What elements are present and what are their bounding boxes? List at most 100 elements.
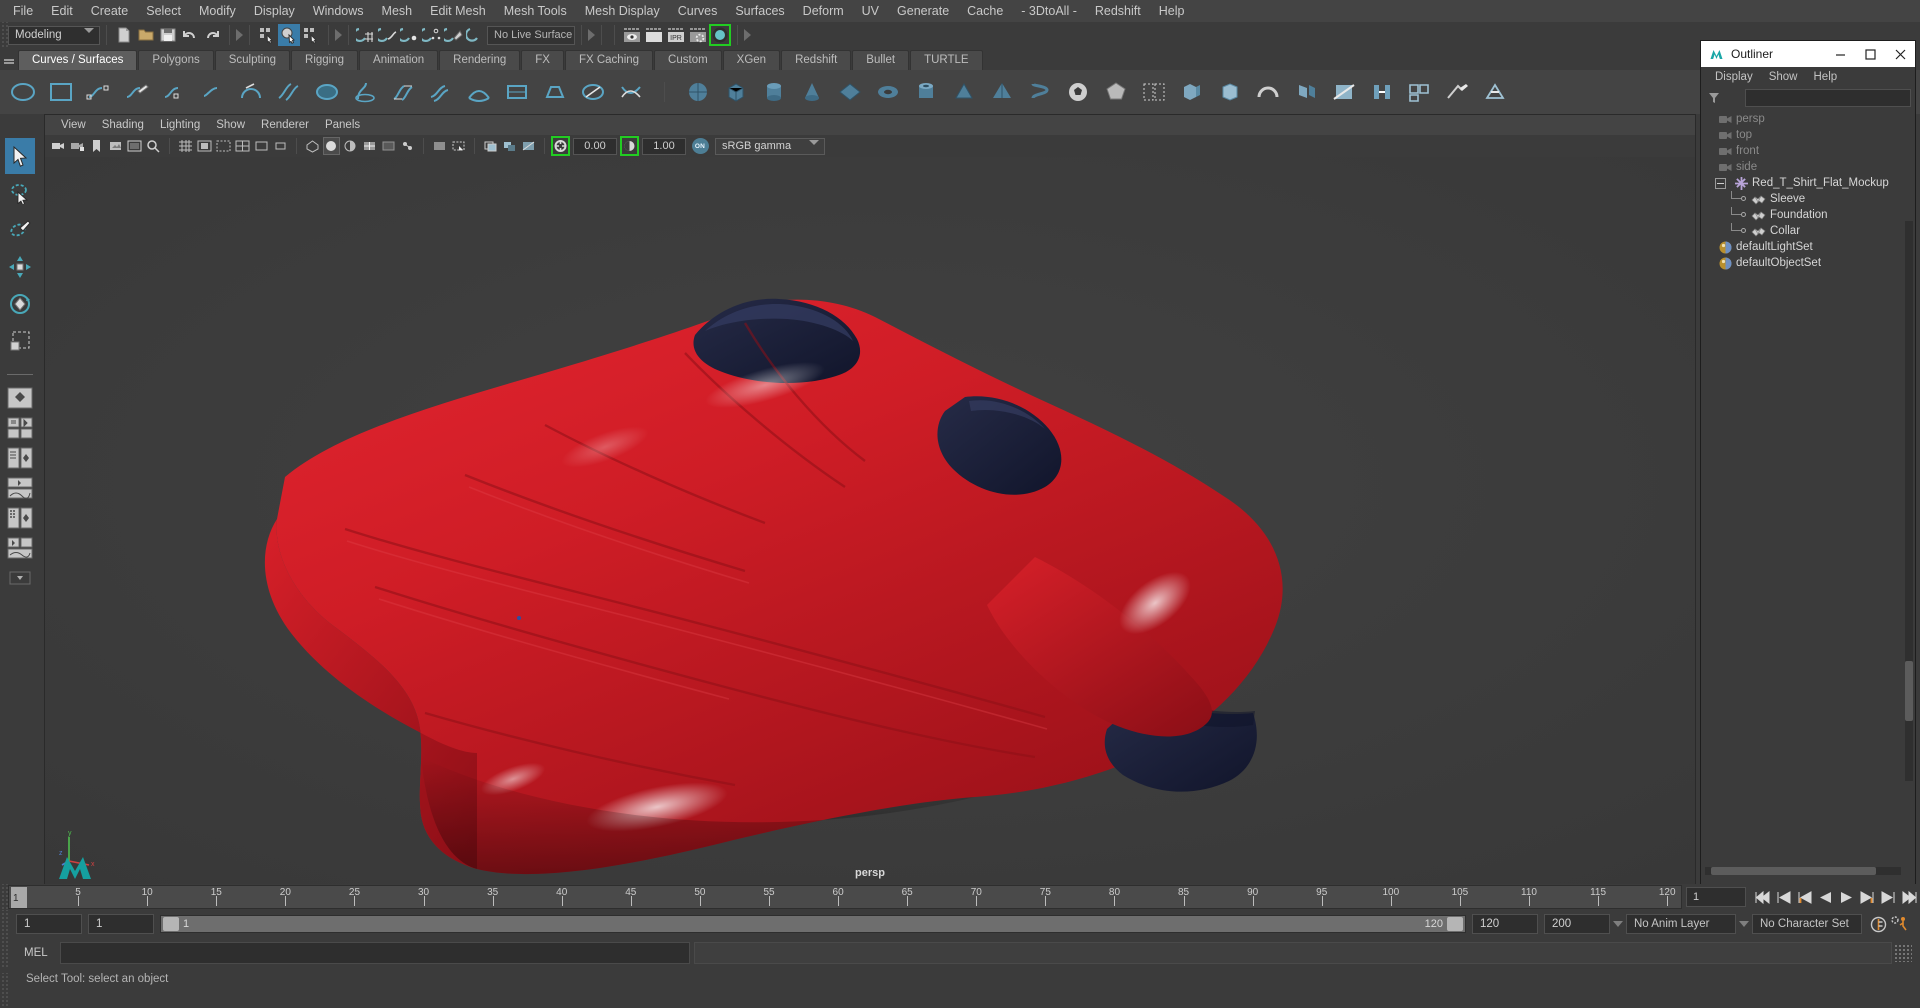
undo-icon[interactable] [179, 24, 201, 46]
step-back-frame-icon[interactable] [1794, 886, 1815, 908]
maximize-button[interactable] [1855, 41, 1885, 67]
shelf-tab-turtle[interactable]: TURTLE [910, 50, 983, 70]
poly-cylinder-icon[interactable] [757, 75, 791, 109]
outliner-tree[interactable]: persp top front side Red_T_Shirt_Flat_Mockup… [1701, 109, 1915, 879]
menu-surfaces[interactable]: Surfaces [726, 1, 793, 21]
collapse-arrow-icon-4[interactable] [744, 29, 751, 41]
poly-torus-icon[interactable] [871, 75, 905, 109]
color-transform-select[interactable]: sRGB gamma [715, 137, 825, 157]
animation-end-field[interactable]: 200 [1544, 914, 1610, 934]
intersect-surfaces-icon[interactable] [614, 75, 648, 109]
outliner-item-persp[interactable]: persp [1701, 111, 1915, 127]
revolve-surface-icon[interactable] [348, 75, 382, 109]
range-start-field[interactable]: 1 [88, 914, 154, 934]
nurbs-square-icon[interactable] [44, 75, 78, 109]
new-scene-icon[interactable] [113, 24, 135, 46]
poly-prism-icon[interactable] [947, 75, 981, 109]
xray-joints-icon[interactable] [399, 137, 416, 155]
persp-graph-outliner-layout-button[interactable] [5, 535, 35, 561]
menu-modify[interactable]: Modify [190, 1, 245, 21]
rotate-tool-button[interactable] [5, 286, 35, 322]
menu-cache[interactable]: Cache [958, 1, 1012, 21]
outliner-item-sleeve[interactable]: Sleeve [1701, 191, 1915, 207]
outliner-item-red-t-shirt-flat-mockup[interactable]: Red_T_Shirt_Flat_Mockup [1701, 175, 1915, 191]
menu-curves[interactable]: Curves [669, 1, 727, 21]
poly-platonic-icon[interactable] [1099, 75, 1133, 109]
snap-to-grid-icon[interactable] [355, 24, 377, 46]
image-plane-icon[interactable] [107, 137, 124, 155]
poly-bevel-icon[interactable] [1213, 75, 1247, 109]
render-view-icon[interactable] [621, 24, 643, 46]
animation-start-field[interactable]: 1 [16, 914, 82, 934]
smooth-shade-selected-icon[interactable] [342, 137, 359, 155]
outliner-item-foundation[interactable]: Foundation [1701, 207, 1915, 223]
pencil-curve-tool-icon[interactable] [196, 75, 230, 109]
resolution-gate-icon[interactable] [215, 137, 232, 155]
menu-mesh[interactable]: Mesh [373, 1, 422, 21]
menu-3dtoall[interactable]: - 3DtoAll - [1012, 1, 1086, 21]
live-surface-field[interactable]: No Live Surface [487, 25, 575, 45]
shelf-menu-handle[interactable] [0, 50, 18, 70]
shelf-tab-animation[interactable]: Animation [359, 50, 439, 70]
trim-tool-icon[interactable] [576, 75, 610, 109]
range-start-handle[interactable] [163, 917, 179, 931]
hypershade-icon[interactable] [709, 24, 731, 46]
smooth-shade-all-icon[interactable] [323, 137, 340, 155]
exposure-value[interactable]: 0.00 [573, 137, 617, 155]
help-line-gripper[interactable] [0, 973, 8, 1008]
bezier-curve-tool-icon[interactable] [158, 75, 192, 109]
collapse-arrow-icon-3[interactable] [588, 29, 595, 41]
play-backwards-icon[interactable] [1815, 886, 1836, 908]
sculpt-geometry-icon[interactable] [1137, 75, 1171, 109]
step-forward-frame-icon[interactable] [1857, 886, 1878, 908]
birail-surface-icon[interactable] [424, 75, 458, 109]
gate-mask-icon[interactable] [126, 137, 143, 155]
snap-to-view-plane-icon[interactable] [443, 24, 465, 46]
poly-pipe-icon[interactable] [909, 75, 943, 109]
wireframe-shading-icon[interactable] [304, 137, 321, 155]
current-time-indicator[interactable]: 1 [11, 887, 27, 908]
viewport-menu-view[interactable]: View [53, 118, 94, 132]
three-point-arc-icon[interactable] [234, 75, 268, 109]
multi-cut-icon[interactable] [1327, 75, 1361, 109]
extrude-surface-icon[interactable] [386, 75, 420, 109]
redo-icon[interactable] [201, 24, 223, 46]
menu-edit-mesh[interactable]: Edit Mesh [421, 1, 495, 21]
shelf-tab-rendering[interactable]: Rendering [439, 50, 521, 70]
outliner-item-top[interactable]: top [1701, 127, 1915, 143]
outliner-item-front[interactable]: front [1701, 143, 1915, 159]
go-to-end-icon[interactable] [1899, 886, 1920, 908]
poly-extrude-icon[interactable] [1175, 75, 1209, 109]
outliner-menu-help[interactable]: Help [1806, 70, 1846, 84]
menu-windows[interactable]: Windows [304, 1, 373, 21]
quad-draw-icon[interactable] [1403, 75, 1437, 109]
poly-pyramid-icon[interactable] [985, 75, 1019, 109]
xray-icon[interactable] [380, 137, 397, 155]
menu-uv[interactable]: UV [853, 1, 888, 21]
hypershade-persp-layout-button[interactable] [5, 505, 35, 531]
poly-sphere-icon[interactable] [681, 75, 715, 109]
safe-title-icon[interactable] [272, 137, 289, 155]
outliner-title-bar[interactable]: Outliner [1701, 41, 1915, 67]
poly-helix-icon[interactable] [1023, 75, 1057, 109]
command-line-resize-handle[interactable] [1894, 944, 1912, 962]
step-forward-keyframe-icon[interactable] [1878, 886, 1899, 908]
menu-file[interactable]: File [4, 1, 42, 21]
nurbs-circle-icon[interactable] [6, 75, 40, 109]
shelf-tab-bullet[interactable]: Bullet [852, 50, 910, 70]
outliner-filter-icon[interactable] [1705, 89, 1723, 107]
menu-display[interactable]: Display [245, 1, 304, 21]
render-current-frame-icon[interactable] [643, 24, 665, 46]
use-all-lights-icon[interactable] [482, 137, 499, 155]
outliner-vertical-scrollbar[interactable] [1905, 221, 1913, 781]
auto-keyframe-icon[interactable] [1868, 913, 1889, 935]
square-surface-icon[interactable] [500, 75, 534, 109]
poly-cube-icon[interactable] [719, 75, 753, 109]
menu-set-selector[interactable]: Modeling [8, 25, 100, 45]
outliner-item-defaultlightset[interactable]: defaultLightSet [1701, 239, 1915, 255]
command-line-gripper[interactable] [0, 938, 8, 968]
select-by-component-icon[interactable] [300, 24, 322, 46]
poly-bridge-icon[interactable] [1251, 75, 1285, 109]
four-view-layout-button[interactable] [5, 415, 35, 441]
viewport-menu-shading[interactable]: Shading [94, 118, 152, 132]
